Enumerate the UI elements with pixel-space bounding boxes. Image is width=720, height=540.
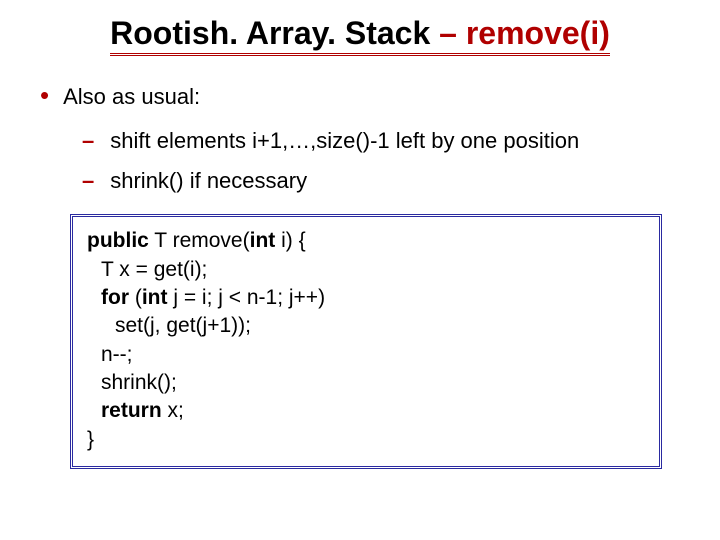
kw-int-1: int: [250, 229, 276, 252]
title-text-1: Rootish. Array. Stack: [110, 15, 430, 51]
code-line-8: }: [87, 426, 645, 454]
code-l1b: T remove(: [149, 229, 250, 252]
bullet-level1: • Also as usual:: [40, 84, 690, 110]
code-line-1: public T remove(int i) {: [87, 227, 645, 255]
sub2-post: if necessary: [184, 168, 308, 193]
sub1-post: left by one position: [390, 128, 580, 153]
code-l7b: x;: [162, 399, 184, 422]
sub-bullet-1: – shift elements i+1,…,size()-1 left by …: [82, 128, 690, 154]
sub2-mid: shrink(): [110, 168, 183, 193]
kw-int-2: int: [142, 286, 168, 309]
code-l1d: i) {: [275, 229, 305, 252]
code-box: public T remove(int i) { T x = get(i); f…: [70, 214, 662, 469]
code-line-6: shrink();: [87, 369, 645, 397]
code-l3d: j = i; j < n-1; j++): [167, 286, 325, 309]
code-line-5: n--;: [87, 341, 645, 369]
dash-icon: –: [82, 128, 94, 154]
kw-for: for: [101, 286, 129, 309]
bullet-dot-icon: •: [40, 84, 49, 106]
bullet1-text: Also as usual:: [63, 84, 200, 110]
sub1-text: shift elements i+1,…,size()-1 left by on…: [110, 128, 579, 154]
sub-bullet-2: – shrink() if necessary: [82, 168, 690, 194]
slide-title: Rootish. Array. Stack – remove(i): [110, 16, 610, 56]
slide-body: • Also as usual: – shift elements i+1,…,…: [30, 84, 690, 469]
title-text-2: remove(i): [466, 15, 610, 51]
code-l3b: (: [129, 286, 142, 309]
sub1-mid: i+1,…,size()-1: [252, 128, 390, 153]
title-wrap: Rootish. Array. Stack – remove(i): [30, 16, 690, 56]
sub1-pre: shift elements: [110, 128, 252, 153]
code-line-3: for (int j = i; j < n-1; j++): [87, 284, 645, 312]
dash-icon: –: [82, 168, 94, 194]
code-line-4: set(j, get(j+1));: [87, 312, 645, 340]
kw-return: return: [101, 399, 162, 422]
kw-public: public: [87, 229, 149, 252]
code-line-7: return x;: [87, 397, 645, 425]
sub2-text: shrink() if necessary: [110, 168, 307, 194]
slide: Rootish. Array. Stack – remove(i) • Also…: [0, 0, 720, 540]
title-dash: –: [430, 15, 466, 51]
code-line-2: T x = get(i);: [87, 256, 645, 284]
sub-bullets: – shift elements i+1,…,size()-1 left by …: [82, 128, 690, 194]
